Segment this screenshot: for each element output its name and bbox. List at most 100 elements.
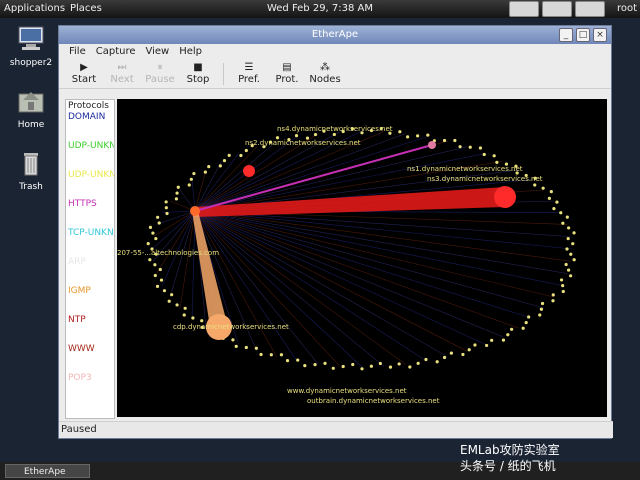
toolbar-separator — [223, 63, 224, 85]
connection-line — [194, 210, 406, 365]
stop-button[interactable]: ■ Stop — [181, 62, 215, 88]
volume-icon[interactable] — [542, 1, 572, 17]
host-node — [148, 225, 153, 229]
trash-icon — [24, 153, 38, 176]
host-node — [506, 333, 510, 337]
window-titlebar[interactable]: EtherApe _ □ × — [59, 26, 611, 44]
host-node — [239, 153, 243, 158]
host-node — [153, 273, 157, 278]
watermark-line2: 头条号 / 纸的飞机 — [460, 459, 556, 473]
connection-line — [194, 210, 573, 250]
host-node — [222, 158, 227, 163]
host-node — [167, 299, 171, 303]
host-node — [156, 215, 160, 219]
watermark: EMLab攻防实验室 头条号 / 纸的飞机 — [460, 442, 560, 474]
network-graph[interactable]: ns4.dynamicnetworkservices.net ns2.dynam… — [117, 99, 607, 417]
host-node — [426, 133, 430, 137]
host-node — [388, 365, 393, 369]
host-node — [332, 132, 336, 137]
node-label: www.dynamicnetworkservices.net — [287, 387, 407, 395]
desktop-icon-home[interactable]: Home — [6, 88, 56, 130]
host-node — [442, 355, 447, 360]
menu-view[interactable]: View — [146, 44, 170, 60]
host-node — [170, 293, 174, 297]
host-node — [398, 130, 402, 134]
host-node — [254, 346, 258, 350]
host-node — [369, 364, 373, 368]
menu-file[interactable]: File — [69, 44, 86, 60]
host-node — [189, 177, 193, 181]
host-node — [510, 327, 514, 331]
hub-node — [243, 165, 255, 177]
desktop-icon-trash[interactable]: Trash — [6, 150, 56, 192]
host-node — [538, 313, 542, 317]
host-node — [467, 348, 471, 352]
next-button[interactable]: ⏭ Next — [105, 62, 139, 88]
host-node — [565, 215, 569, 219]
nodes-label: Nodes — [309, 74, 341, 85]
host-node — [565, 247, 569, 251]
connection-line — [194, 210, 571, 262]
host-node — [501, 338, 506, 342]
host-node — [294, 134, 299, 138]
next-label: Next — [110, 74, 134, 85]
host-node — [408, 365, 412, 369]
host-node — [159, 278, 164, 282]
start-button[interactable]: ▶ Start — [67, 62, 101, 88]
host-node — [244, 345, 248, 350]
network-icon[interactable] — [575, 1, 605, 17]
host-node — [572, 231, 576, 235]
host-node — [569, 252, 573, 256]
menu-capture[interactable]: Capture — [96, 44, 136, 60]
host-node — [482, 152, 486, 157]
computer-icon — [18, 26, 44, 50]
host-node — [551, 293, 555, 297]
node-label: ns4.dynamicnetworkservices.net — [277, 125, 393, 133]
host-node — [175, 191, 179, 195]
system-tray — [509, 1, 605, 17]
desktop-icon-label: Home — [17, 120, 45, 130]
host-node — [495, 160, 499, 164]
home-folder-icon — [18, 92, 44, 113]
node-label: ns1.dynamicnetworkservices.net — [407, 165, 523, 173]
host-node — [378, 361, 382, 366]
host-node — [313, 132, 318, 137]
preferences-button[interactable]: ☰ Pref. — [232, 62, 266, 88]
menu-help[interactable]: Help — [179, 44, 202, 60]
host-node — [571, 242, 575, 246]
host-node — [551, 299, 555, 303]
host-node — [218, 164, 222, 168]
host-node — [227, 153, 231, 157]
connection-line — [156, 210, 196, 274]
protocols-button[interactable]: ▤ Prot. — [270, 62, 304, 88]
host-node — [473, 343, 477, 347]
desktop-icon-label: Trash — [19, 182, 43, 192]
host-node — [490, 338, 494, 342]
nodes-button[interactable]: ⁂ Nodes — [308, 62, 342, 88]
preferences-label: Pref. — [238, 74, 260, 85]
pause-button[interactable]: ⏸ Pause — [143, 62, 177, 88]
host-node — [174, 197, 179, 201]
main-content: Protocols DOMAIN UDP-UNKNOWN UDP-UNKNOWN HT… — [59, 96, 611, 419]
host-node — [416, 361, 420, 365]
host-node — [296, 358, 300, 362]
host-node — [207, 165, 211, 169]
protocol-item: UDP-UNKNOWN — [68, 141, 115, 151]
connection-line — [194, 210, 568, 274]
close-icon[interactable]: × — [593, 28, 607, 42]
host-node — [561, 221, 565, 225]
desktop-icon-computer[interactable]: shopper2 — [6, 26, 56, 68]
taskbar-item-etherape[interactable]: EtherApe — [5, 464, 90, 478]
protocol-item: TCP-UNKNOWN — [68, 228, 114, 238]
start-label: Start — [71, 74, 97, 85]
host-node — [561, 289, 565, 294]
maximize-icon[interactable]: □ — [576, 28, 590, 42]
host-node — [279, 353, 284, 357]
minimize-icon[interactable]: _ — [559, 28, 573, 42]
keyboard-icon[interactable] — [509, 1, 539, 17]
host-node — [154, 236, 158, 241]
user-menu[interactable]: root — [617, 3, 637, 14]
host-node — [351, 362, 355, 367]
protocols-label: Prot. — [275, 74, 299, 85]
network-graph-canvas — [146, 126, 576, 371]
